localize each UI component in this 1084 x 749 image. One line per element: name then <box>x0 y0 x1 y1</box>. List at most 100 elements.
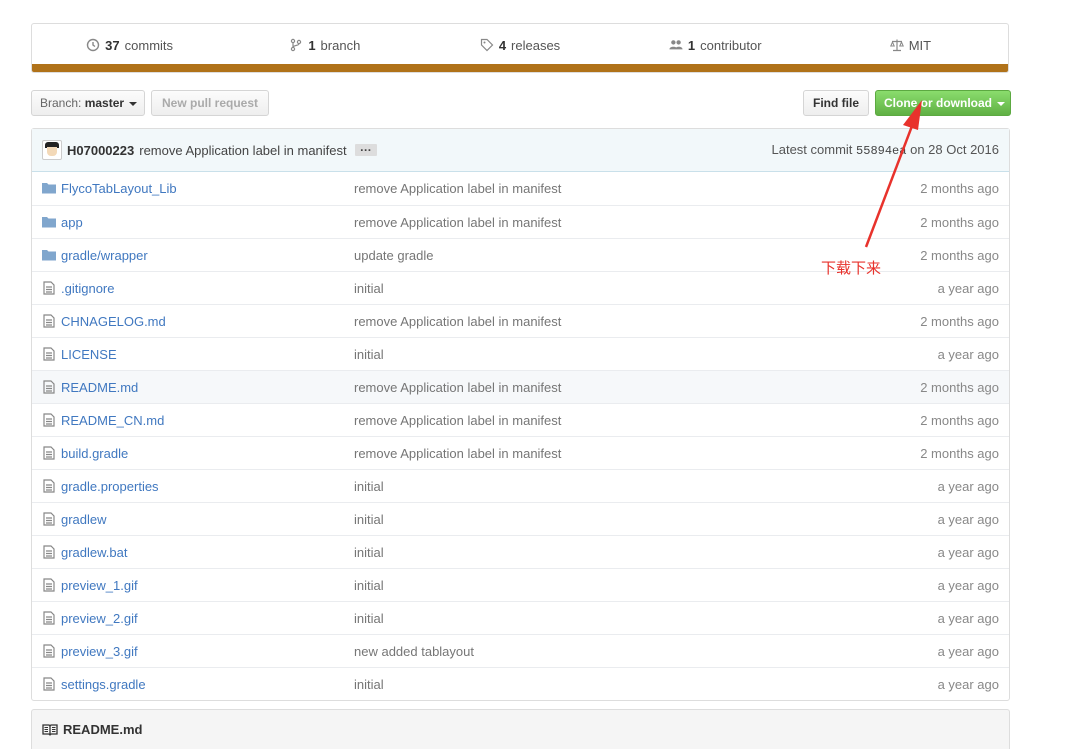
branch-select-button[interactable]: Branch: master <box>31 90 145 116</box>
file-name-link[interactable]: README_CN.md <box>61 413 164 428</box>
file-row[interactable]: FlycoTabLayout_Lib remove Application lab… <box>32 172 1009 205</box>
annotation-text: 下载下来 <box>821 259 882 277</box>
file-row[interactable]: gradlew.bat initial a year ago <box>32 535 1009 568</box>
branches-link[interactable]: 1 branch <box>227 38 422 53</box>
file-row[interactable]: README_CN.md remove Application label in … <box>32 403 1009 436</box>
file-commit-message-link[interactable]: initial <box>354 281 384 296</box>
file-row[interactable]: gradle.properties initial a year ago <box>32 469 1009 502</box>
file-commit-message-link[interactable]: initial <box>354 611 384 626</box>
file-name-link[interactable]: app <box>61 215 83 230</box>
file-commit-message-link[interactable]: remove Application label in manifest <box>354 380 561 395</box>
caret-down-icon <box>129 101 138 106</box>
file-name-link[interactable]: gradle/wrapper <box>61 248 148 263</box>
file-row[interactable]: settings.gradle initial a year ago <box>32 667 1009 700</box>
file-row[interactable]: LICENSE initial a year ago <box>32 337 1009 370</box>
branch-count: 1 <box>308 37 316 53</box>
branch-label: branch <box>320 37 361 53</box>
folder-icon <box>42 250 56 261</box>
file-age: a year ago <box>937 511 999 527</box>
file-row[interactable]: app remove Application label in manifest 2… <box>32 205 1009 238</box>
file-age: 2 months ago <box>920 313 999 329</box>
license-label: MIT <box>908 37 932 53</box>
file-name-link[interactable]: preview_3.gif <box>61 644 138 659</box>
file-row[interactable]: preview_3.gif new added tablayout a year a… <box>32 634 1009 667</box>
repo-summary: 37 commits 1 branch 4 releases 1 contrib… <box>31 23 1009 73</box>
file-name-link[interactable]: gradlew <box>61 512 107 527</box>
file-row[interactable]: preview_1.gif initial a year ago <box>32 568 1009 601</box>
commit-tease: H07000223 remove Application label in ma… <box>32 129 1009 172</box>
file-icon <box>43 446 55 460</box>
license-link[interactable]: MIT <box>813 38 1008 53</box>
file-icon <box>43 611 55 625</box>
file-commit-message-link[interactable]: initial <box>354 578 384 593</box>
commit-sha-link[interactable]: 55894ea <box>856 144 906 158</box>
file-commit-message-link[interactable]: remove Application label in manifest <box>354 181 561 196</box>
commits-link[interactable]: 37 commits <box>32 38 227 53</box>
file-commit-message-link[interactable]: initial <box>354 512 384 527</box>
language-bar[interactable] <box>32 64 1008 72</box>
new-pull-request-button[interactable]: New pull request <box>151 90 269 116</box>
file-age: 2 months ago <box>920 181 999 196</box>
file-name-link[interactable]: preview_2.gif <box>61 611 138 626</box>
file-navigation: H07000223 remove Application label in ma… <box>31 128 1010 701</box>
file-name-link[interactable]: gradlew.bat <box>61 545 128 560</box>
clone-or-download-button[interactable]: Clone or download <box>875 90 1011 116</box>
file-name-link[interactable]: .gitignore <box>61 281 114 296</box>
file-commit-message-link[interactable]: remove Application label in manifest <box>354 314 561 329</box>
file-commit-message-link[interactable]: new added tablayout <box>354 644 474 659</box>
file-name-link[interactable]: gradle.properties <box>61 479 159 494</box>
commits-count: 37 <box>105 37 120 53</box>
file-commit-message-link[interactable]: remove Application label in manifest <box>354 413 561 428</box>
commit-message[interactable]: remove Application label in manifest <box>139 143 346 158</box>
file-row[interactable]: gradlew initial a year ago <box>32 502 1009 535</box>
commit-author[interactable]: H07000223 <box>67 143 134 158</box>
file-age: a year ago <box>937 643 999 659</box>
file-age: 2 months ago <box>920 379 999 395</box>
releases-label: releases <box>511 37 561 53</box>
expand-commit-button[interactable]: … <box>354 141 377 156</box>
file-row[interactable]: CHNAGELOG.md remove Application label in … <box>32 304 1009 337</box>
file-age: 2 months ago <box>920 445 999 461</box>
find-file-button[interactable]: Find file <box>803 90 869 116</box>
avatar[interactable] <box>42 140 62 160</box>
file-commit-message-link[interactable]: initial <box>354 677 384 692</box>
folder-icon <box>42 217 56 228</box>
commit-date: on 28 Oct 2016 <box>910 142 999 157</box>
contributor-count: 1 <box>687 37 696 53</box>
file-row[interactable]: build.gradle remove Application label in … <box>32 436 1009 469</box>
file-commit-message-link[interactable]: initial <box>354 479 384 494</box>
file-commit-message-link[interactable]: initial <box>354 545 384 560</box>
readme-title[interactable]: README.md <box>63 712 142 748</box>
commit-meta: Latest commit 55894ea on 28 Oct 2016 <box>772 129 1000 171</box>
file-age: a year ago <box>937 280 999 296</box>
file-name-link[interactable]: FlycoTabLayout_Lib <box>61 181 177 196</box>
file-name-link[interactable]: LICENSE <box>61 347 117 362</box>
file-icon <box>43 347 55 361</box>
latest-commit-label: Latest commit <box>771 142 853 157</box>
file-icon <box>43 314 55 328</box>
file-name-link[interactable]: CHNAGELOG.md <box>61 314 166 329</box>
file-age: 2 months ago <box>920 214 999 230</box>
contributors-link[interactable]: 1 contributor <box>618 38 813 53</box>
file-icon <box>43 677 55 691</box>
organization-icon <box>669 40 683 50</box>
file-icon <box>43 479 55 493</box>
file-commit-message-link[interactable]: update gradle <box>354 248 434 263</box>
file-name-link[interactable]: preview_1.gif <box>61 578 138 593</box>
git-branch-icon <box>291 38 302 52</box>
file-row[interactable]: preview_2.gif initial a year ago <box>32 601 1009 634</box>
file-age: 2 months ago <box>920 247 999 263</box>
file-icon <box>43 578 55 592</box>
file-commit-message-link[interactable]: remove Application label in manifest <box>354 446 561 461</box>
file-commit-message-link[interactable]: remove Application label in manifest <box>354 215 561 230</box>
file-row[interactable]: README.md remove Application label in man… <box>32 370 1009 403</box>
file-commit-message-link[interactable]: initial <box>354 347 384 362</box>
releases-link[interactable]: 4 releases <box>422 38 617 53</box>
file-name-link[interactable]: build.gradle <box>61 446 128 461</box>
history-icon <box>86 38 100 52</box>
file-name-link[interactable]: settings.gradle <box>61 677 146 692</box>
file-age: a year ago <box>937 610 999 626</box>
file-icon <box>43 545 55 559</box>
file-name-link[interactable]: README.md <box>61 380 138 395</box>
law-icon <box>889 39 904 52</box>
